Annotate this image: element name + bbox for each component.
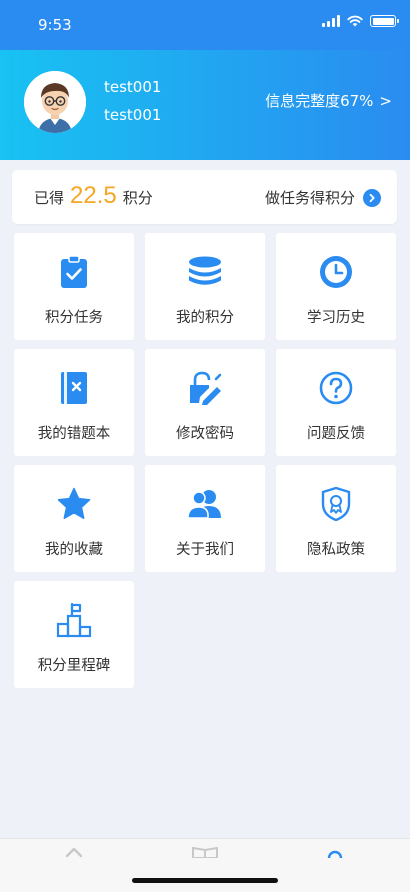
menu-item-points-tasks[interactable]: 积分任务	[14, 233, 134, 340]
chevron-right-icon: >	[379, 91, 392, 110]
user-circle-icon	[327, 850, 343, 858]
earn-points-label: 做任务得积分	[264, 189, 355, 207]
menu-item-feedback[interactable]: 问题反馈	[276, 349, 396, 456]
tab-home[interactable]	[59, 845, 89, 859]
info-completion-text: 信息完整度67%	[265, 92, 374, 110]
question-icon	[276, 369, 396, 407]
milestone-icon	[14, 601, 134, 639]
info-completion-link[interactable]: 信息完整度67% >	[265, 90, 392, 111]
earn-points-link[interactable]: 做任务得积分	[265, 187, 381, 208]
menu-item-favorites[interactable]: 我的收藏	[14, 465, 134, 572]
menu-item-label: 学习历史	[307, 310, 365, 326]
home-indicator	[132, 878, 278, 883]
lock-edit-icon	[145, 369, 265, 407]
menu-item-label: 关于我们	[176, 542, 234, 558]
battery-icon	[370, 15, 399, 27]
bottom-tab-bar	[0, 838, 410, 892]
avatar[interactable]	[24, 71, 86, 133]
status-icons	[322, 15, 399, 27]
menu-item-wrong-questions[interactable]: 我的错题本	[14, 349, 134, 456]
menu-item-privacy-policy[interactable]: 隐私政策	[276, 465, 396, 572]
points-prefix: 已得	[34, 189, 65, 207]
users-icon	[145, 485, 265, 523]
menu-item-label: 问题反馈	[307, 426, 365, 442]
menu-item-my-points[interactable]: 我的积分	[145, 233, 265, 340]
wrong-book-icon	[14, 369, 134, 407]
menu-item-about-us[interactable]: 关于我们	[145, 465, 265, 572]
points-summary: 已得 22.5 积分	[34, 182, 153, 210]
points-card: 已得 22.5 积分 做任务得积分	[12, 170, 397, 224]
arrow-right-circle-icon	[363, 188, 381, 207]
chevron-up-icon	[65, 847, 83, 858]
menu-item-label: 积分任务	[45, 310, 103, 326]
avatar-cartoon-icon	[24, 71, 86, 133]
status-bar: 9:53	[0, 0, 410, 50]
status-time: 9:53	[38, 16, 72, 34]
star-icon	[14, 485, 134, 523]
menu-item-label: 隐私政策	[307, 542, 365, 558]
tab-mine[interactable]	[320, 845, 350, 859]
coin-stack-icon	[145, 253, 265, 291]
profile-header: test001 test001 信息完整度67% >	[0, 50, 410, 160]
wifi-icon	[347, 15, 363, 27]
user-account: test001	[104, 106, 162, 124]
menu-item-change-password[interactable]: 修改密码	[145, 349, 265, 456]
points-value: 22.5	[70, 182, 117, 209]
shield-badge-icon	[276, 485, 396, 523]
menu-item-study-history[interactable]: 学习历史	[276, 233, 396, 340]
menu-item-milestone[interactable]: 积分里程碑	[14, 581, 134, 688]
clipboard-check-icon	[14, 253, 134, 291]
cellular-signal-icon	[322, 15, 340, 27]
book-open-icon	[192, 846, 218, 858]
menu-item-label: 我的积分	[176, 310, 234, 326]
menu-item-label: 我的错题本	[37, 426, 111, 442]
points-suffix: 积分	[122, 189, 153, 207]
menu-item-label: 修改密码	[176, 426, 234, 442]
tab-study[interactable]	[190, 845, 220, 859]
menu-item-label: 积分里程碑	[37, 658, 111, 674]
menu-item-label: 我的收藏	[45, 542, 103, 558]
user-name: test001	[104, 78, 162, 96]
clock-icon	[276, 253, 396, 291]
